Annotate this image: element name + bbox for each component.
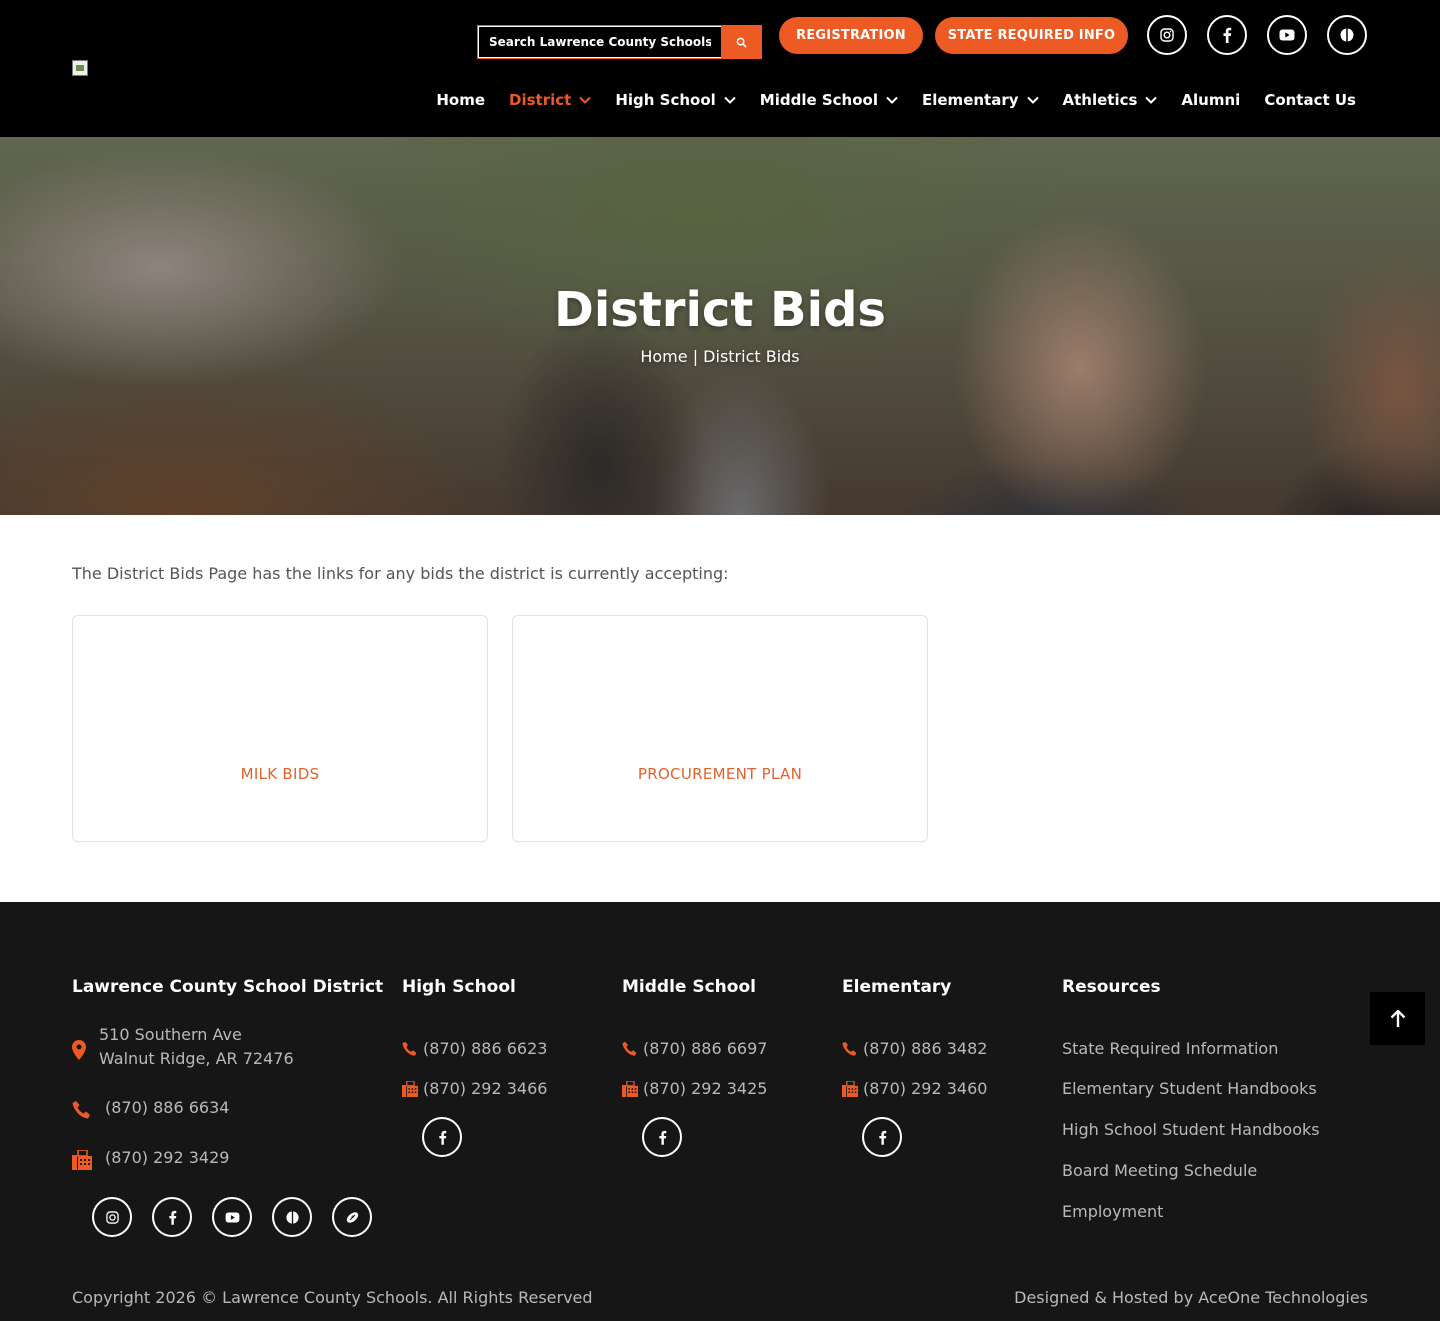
registration-button[interactable]: REGISTRATION xyxy=(779,17,923,54)
instagram-link[interactable] xyxy=(1147,15,1187,55)
nav-contact-us[interactable]: Contact Us xyxy=(1264,88,1356,112)
youtube-icon xyxy=(1279,29,1295,41)
nav-label: District xyxy=(509,91,572,109)
facebook-icon xyxy=(878,1130,886,1145)
resource-link-state-required[interactable]: State Required Information xyxy=(1062,1039,1278,1058)
intro-text: The District Bids Page has the links for… xyxy=(72,564,729,583)
facebook-icon xyxy=(168,1210,176,1225)
footer-sports-app-link[interactable] xyxy=(272,1197,312,1237)
footer-instagram-link[interactable] xyxy=(92,1197,132,1237)
procurement-plan-card[interactable]: PROCUREMENT PLAN xyxy=(512,615,928,842)
search-icon xyxy=(736,37,747,48)
youtube-link[interactable] xyxy=(1267,15,1307,55)
nav-athletics[interactable]: Athletics xyxy=(1063,88,1158,112)
back-to-top-button[interactable] xyxy=(1370,992,1425,1045)
hero-banner: District Bids Home | District Bids xyxy=(0,137,1440,515)
nav-label: Middle School xyxy=(759,91,878,109)
elementary-facebook-link[interactable] xyxy=(862,1117,902,1157)
high-school-facebook-link[interactable] xyxy=(422,1117,462,1157)
middle-school-facebook-link[interactable] xyxy=(642,1117,682,1157)
search-input[interactable] xyxy=(478,26,721,58)
instagram-icon xyxy=(105,1210,119,1224)
footer-high-school-title: High School xyxy=(402,977,516,997)
milk-bids-card[interactable]: MILK BIDS xyxy=(72,615,488,842)
facebook-icon xyxy=(1223,27,1232,43)
chevron-down-icon xyxy=(886,96,898,104)
card-label: PROCUREMENT PLAN xyxy=(637,765,803,783)
location-pin-icon xyxy=(72,1040,86,1060)
state-required-info-button[interactable]: STATE REQUIRED INFO xyxy=(935,17,1128,54)
designed-by-link[interactable]: Designed & Hosted by AceOne Technologies xyxy=(1014,1288,1368,1307)
footer-district-title: Lawrence County School District xyxy=(72,977,384,997)
phone-icon xyxy=(402,1041,417,1056)
sports-app-icon xyxy=(285,1210,299,1224)
footer-resources-title: Resources xyxy=(1062,977,1161,997)
nav-label: Elementary xyxy=(922,91,1019,109)
card-label: MILK BIDS xyxy=(240,765,320,783)
nav-alumni[interactable]: Alumni xyxy=(1181,88,1240,112)
fax-icon xyxy=(842,1081,858,1097)
chevron-down-icon xyxy=(1026,96,1039,104)
copyright-text: Copyright 2026 © Lawrence County Schools… xyxy=(72,1288,593,1307)
resource-link-elementary-handbooks[interactable]: Elementary Student Handbooks xyxy=(1062,1079,1317,1098)
search-button[interactable] xyxy=(721,26,761,58)
site-logo[interactable] xyxy=(72,60,88,76)
nav-label: Home xyxy=(436,91,486,109)
site-footer: Lawrence County School District 510 Sout… xyxy=(0,902,1440,1321)
sports-app-icon xyxy=(1340,28,1354,42)
footer-middle-school-fax: (870) 292 3425 xyxy=(643,1079,768,1098)
facebook-icon xyxy=(658,1130,666,1145)
nav-label: High School xyxy=(615,91,716,109)
breadcrumb: Home | District Bids xyxy=(0,347,1440,366)
resource-link-employment[interactable]: Employment xyxy=(1062,1202,1163,1221)
footer-district-phone[interactable]: (870) 886 6634 xyxy=(105,1098,229,1117)
nav-home[interactable]: Home xyxy=(436,88,485,112)
phone-icon xyxy=(622,1041,637,1056)
chevron-down-icon xyxy=(579,96,592,104)
footer-facebook-link[interactable] xyxy=(152,1197,192,1237)
youtube-icon xyxy=(225,1211,239,1223)
footer-address-line2: Walnut Ridge, AR 72476 xyxy=(99,1049,294,1068)
footer-middle-school-title: Middle School xyxy=(622,977,756,997)
search-bar xyxy=(477,25,762,59)
fax-icon xyxy=(622,1081,638,1097)
nav-elementary[interactable]: Elementary xyxy=(922,88,1039,112)
breadcrumb-home[interactable]: Home xyxy=(640,347,687,366)
instagram-icon xyxy=(1160,28,1174,42)
footer-elementary-phone[interactable]: (870) 886 3482 xyxy=(863,1039,987,1058)
footer-football-link[interactable] xyxy=(332,1197,372,1237)
footer-youtube-link[interactable] xyxy=(212,1197,252,1237)
fax-icon xyxy=(402,1081,418,1097)
facebook-link[interactable] xyxy=(1207,15,1247,55)
nav-middle-school[interactable]: Middle School xyxy=(760,88,898,112)
page-title: District Bids xyxy=(553,282,886,338)
nav-label: Alumni xyxy=(1181,91,1241,109)
nav-label: Athletics xyxy=(1062,91,1138,109)
footer-high-school-fax: (870) 292 3466 xyxy=(423,1079,548,1098)
sports-app-link[interactable] xyxy=(1327,15,1367,55)
site-header: REGISTRATION STATE REQUIRED INFO Home Di… xyxy=(0,0,1440,137)
resource-link-high-school-handbooks[interactable]: High School Student Handbooks xyxy=(1062,1120,1320,1139)
nav-label: Contact Us xyxy=(1264,91,1356,109)
footer-district-fax: (870) 292 3429 xyxy=(105,1148,230,1167)
arrow-up-icon xyxy=(1390,1009,1405,1027)
football-icon xyxy=(346,1211,358,1223)
nav-high-school[interactable]: High School xyxy=(615,88,736,112)
resource-link-board-meeting[interactable]: Board Meeting Schedule xyxy=(1062,1161,1257,1180)
footer-elementary-fax: (870) 292 3460 xyxy=(863,1079,988,1098)
footer-address-line1: 510 Southern Ave xyxy=(99,1025,242,1044)
chevron-down-icon xyxy=(724,96,736,104)
breadcrumb-current: District Bids xyxy=(703,347,800,366)
phone-icon xyxy=(72,1101,90,1119)
facebook-icon xyxy=(438,1130,446,1145)
fax-icon xyxy=(72,1150,92,1170)
footer-middle-school-phone[interactable]: (870) 886 6697 xyxy=(643,1039,767,1058)
nav-district[interactable]: District xyxy=(509,88,592,112)
footer-high-school-phone[interactable]: (870) 886 6623 xyxy=(423,1039,547,1058)
phone-icon xyxy=(842,1041,857,1056)
footer-elementary-title: Elementary xyxy=(842,977,952,997)
breadcrumb-separator: | xyxy=(687,347,704,366)
chevron-down-icon xyxy=(1145,96,1158,104)
main-nav: Home District High School Middle School … xyxy=(412,88,1356,112)
